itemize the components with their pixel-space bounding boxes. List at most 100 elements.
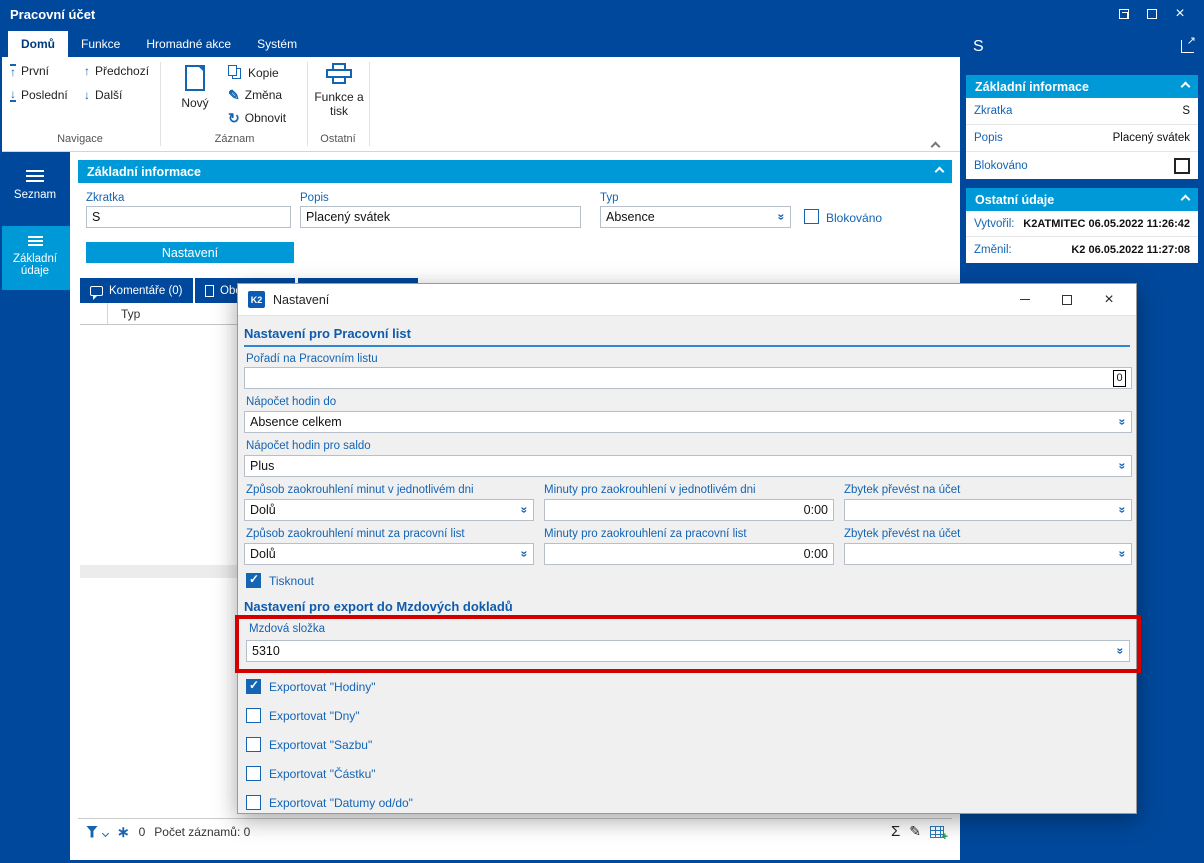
lookup-icon[interactable]: » (518, 551, 532, 558)
chevron-up-icon (1180, 81, 1191, 92)
heading-underline (244, 345, 1130, 347)
dialog-maximize-button[interactable] (1050, 289, 1084, 311)
dialog-titlebar[interactable]: K2 Nastavení × (238, 284, 1136, 316)
minuty-den-input[interactable]: 0:00 (544, 499, 834, 521)
add-table-icon[interactable] (930, 825, 948, 843)
napocet-do-label: Nápočet hodin do (246, 396, 337, 408)
tab-komentare[interactable]: Komentáře (0) (80, 278, 193, 303)
napocet-do-dropdown[interactable]: Absence celkem » (244, 411, 1132, 433)
zpusob-den-label: Způsob zaokrouhlení minut v jednotlivém … (246, 484, 474, 496)
export-datumy-checkbox[interactable] (246, 795, 261, 810)
zkratka-value: S (92, 210, 101, 224)
group-label-navigace: Navigace (57, 133, 103, 145)
section-header-zakladni-informace[interactable]: Základní informace (78, 160, 952, 183)
filter-icon[interactable] (86, 825, 98, 838)
copy-record-button[interactable]: Kopie (228, 65, 279, 80)
sidebar-item-seznam[interactable]: Seznam (0, 160, 70, 218)
export-datumy-row[interactable]: Exportovat "Datumy od/do" (246, 795, 413, 810)
panel-section-zakladni-informace[interactable]: Základní informace (966, 75, 1198, 98)
export-castku-row[interactable]: Exportovat "Částku" (246, 766, 376, 781)
asterisk-icon[interactable]: ∗ (117, 823, 130, 841)
first-record-label: První (21, 64, 50, 78)
export-sazbu-checkbox[interactable] (246, 737, 261, 752)
pencil-icon: ✎ (228, 87, 240, 103)
export-dny-checkbox[interactable] (246, 708, 261, 723)
lookup-icon[interactable]: » (775, 214, 789, 221)
lookup-icon[interactable]: » (1116, 551, 1130, 558)
typ-dropdown[interactable]: Absence » (600, 206, 791, 228)
ribbon-tab-funkce[interactable]: Funkce (68, 31, 133, 57)
document-icon (205, 284, 214, 297)
next-record-button[interactable]: ↓ Další (84, 88, 122, 102)
k2-logo-icon: K2 (248, 291, 265, 308)
zpusob-list-dropdown[interactable]: Dolů » (244, 543, 534, 565)
sum-icon[interactable]: Σ (891, 823, 900, 840)
close-window-button[interactable]: × (1166, 4, 1194, 24)
minuty-list-value: 0:00 (803, 547, 828, 561)
maximize-icon (1147, 9, 1157, 19)
export-dny-row[interactable]: Exportovat "Dny" (246, 708, 360, 723)
sidebar-item-zakladni-udaje[interactable]: Základní údaje (0, 226, 70, 290)
dialog-close-button[interactable]: × (1092, 289, 1126, 311)
export-sazbu-row[interactable]: Exportovat "Sazbu" (246, 737, 372, 752)
expand-arrow-icon: ↗ (1186, 35, 1196, 47)
panel-zkratka-value: S (1182, 105, 1190, 117)
dock-window-button[interactable] (1110, 4, 1138, 24)
previous-record-button[interactable]: ↑ Předchozí (84, 64, 149, 78)
tab-komentare-label: Komentáře (0) (109, 284, 183, 297)
lookup-icon[interactable]: » (1116, 507, 1130, 514)
edit-icon[interactable]: ✎ (909, 823, 921, 840)
poradi-spinner[interactable]: 0 (1113, 369, 1126, 387)
expand-panel-button[interactable]: ↗ (1181, 35, 1196, 53)
section-header-title: Základní informace (87, 164, 201, 179)
export-hodiny-row[interactable]: Exportovat "Hodiny" (246, 678, 376, 694)
change-record-button[interactable]: ✎ Změna (228, 88, 282, 102)
chevron-up-icon (930, 141, 941, 152)
refresh-record-button[interactable]: ↻ Obnovit (228, 111, 286, 125)
functions-print-button[interactable]: Funkce a tisk (312, 63, 366, 118)
zkratka-input[interactable]: S (86, 206, 291, 228)
panel-row-zkratka: Zkratka S (966, 98, 1198, 125)
blokovano-checkbox[interactable] (804, 209, 819, 224)
minuty-list-input[interactable]: 0:00 (544, 543, 834, 565)
ribbon: ↑ První ↓ Poslední ↑ Předchozí ↓ Další N… (0, 57, 960, 152)
ribbon-tab-domu[interactable]: Domů (8, 31, 68, 57)
lookup-icon[interactable]: » (1116, 419, 1130, 426)
chevron-up-icon (1180, 194, 1191, 205)
new-record-button[interactable]: Nový (172, 65, 218, 110)
ribbon-group-separator (369, 62, 370, 146)
ribbon-group-separator (160, 62, 161, 146)
napocet-saldo-dropdown[interactable]: Plus » (244, 455, 1132, 477)
poradi-input[interactable]: 0 (244, 367, 1132, 389)
export-hodiny-label: Exportovat "Hodiny" (269, 679, 376, 694)
lookup-icon[interactable]: » (1114, 648, 1128, 655)
filter-dropdown-chevron-icon[interactable] (101, 829, 110, 838)
panel-blokovano-checkbox[interactable] (1174, 157, 1190, 174)
nastaveni-button[interactable]: Nastavení (86, 242, 294, 263)
last-record-button[interactable]: ↓ Poslední (10, 88, 68, 102)
panel-section-ostatni-udaje[interactable]: Ostatní údaje (966, 188, 1198, 211)
zpusob-den-dropdown[interactable]: Dolů » (244, 499, 534, 521)
ribbon-tab-system[interactable]: Systém (244, 31, 310, 57)
lookup-icon[interactable]: » (518, 507, 532, 514)
dialog-minimize-button[interactable] (1008, 289, 1042, 311)
ribbon-tab-bar: Domů Funkce Hromadné akce Systém (0, 28, 960, 57)
export-castku-checkbox[interactable] (246, 766, 261, 781)
tisknout-checkbox[interactable] (246, 572, 261, 588)
mzdova-slozka-dropdown[interactable]: 5310 » (246, 640, 1130, 662)
zpusob-den-value: Dolů (250, 503, 276, 517)
ribbon-tab-hromadne-akce[interactable]: Hromadné akce (133, 31, 244, 57)
last-record-label: Poslední (21, 88, 68, 102)
zbytek-den-dropdown[interactable]: » (844, 499, 1132, 521)
first-record-button[interactable]: ↑ První (10, 64, 49, 78)
next-record-label: Další (95, 88, 123, 102)
heading-export-mzdove: Nastavení pro export do Mzdových dokladů (244, 599, 513, 614)
zbytek-list-dropdown[interactable]: » (844, 543, 1132, 565)
popis-input[interactable]: Placený svátek (300, 206, 581, 228)
maximize-window-button[interactable] (1138, 4, 1166, 24)
sidebar-item-zakladni-udaje-label: Základní údaje (12, 253, 58, 277)
new-record-label: Nový (181, 96, 209, 110)
lookup-icon[interactable]: » (1116, 463, 1130, 470)
tisknout-checkbox-row[interactable]: Tisknout (246, 572, 314, 588)
export-hodiny-checkbox[interactable] (246, 678, 261, 694)
